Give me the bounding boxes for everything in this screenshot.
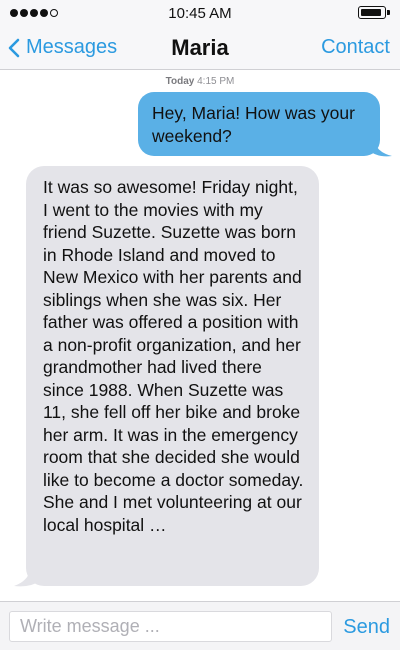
message-composer: Send — [0, 601, 400, 650]
message-timestamp: Today 4:15 PM — [0, 76, 400, 87]
status-bar: 10:45 AM — [0, 0, 400, 26]
navigation-bar: Messages Maria Contact — [0, 26, 400, 70]
battery-icon — [358, 6, 390, 19]
timestamp-time: 4:15 PM — [197, 76, 235, 87]
timestamp-day: Today — [165, 76, 195, 87]
send-button[interactable]: Send — [343, 616, 390, 639]
message-input[interactable] — [9, 611, 332, 642]
back-button-label: Messages — [26, 36, 118, 58]
incoming-message-bubble[interactable]: It was so awesome! Friday night, I went … — [26, 166, 319, 586]
back-button[interactable]: Messages — [8, 36, 117, 59]
contact-button[interactable]: Contact — [321, 36, 390, 59]
chevron-left-icon — [8, 38, 20, 57]
outgoing-message-bubble[interactable]: Hey, Maria! How was your weekend? — [138, 92, 380, 156]
status-time: 10:45 AM — [168, 5, 232, 22]
